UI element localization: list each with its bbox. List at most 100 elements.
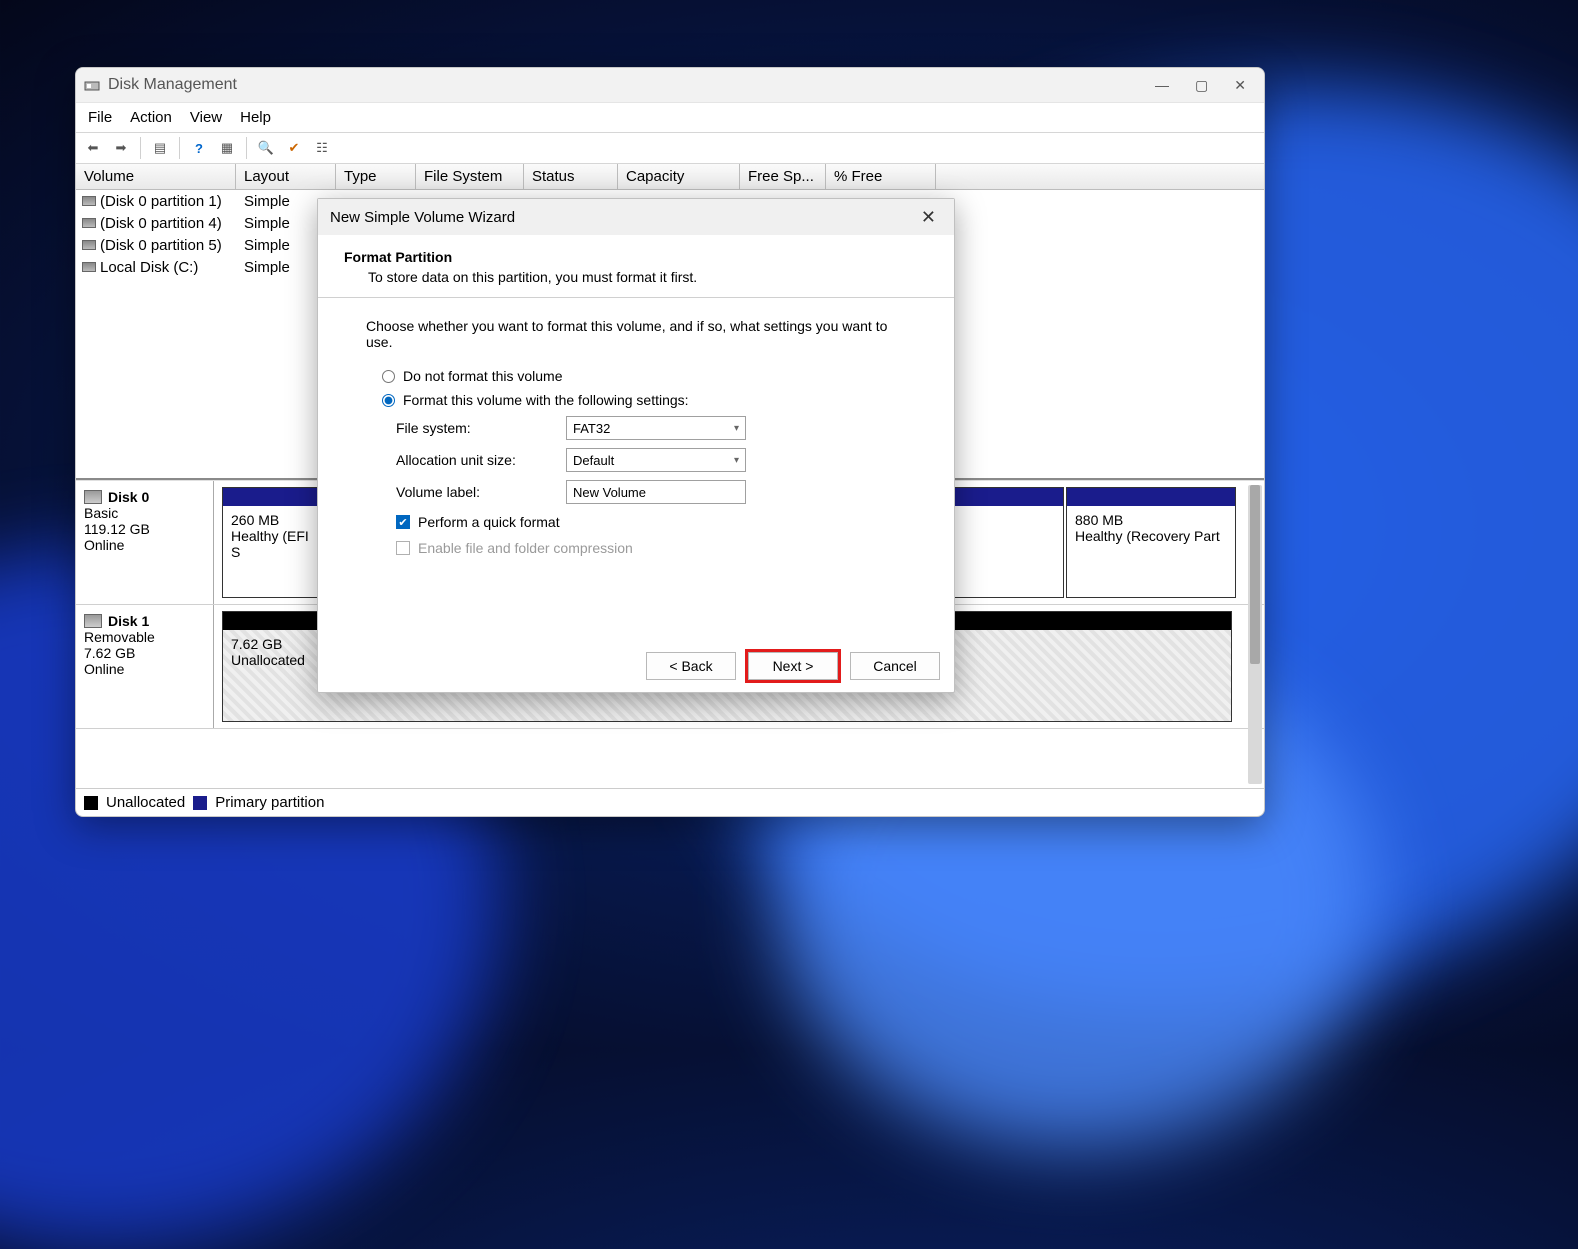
wizard-titlebar: New Simple Volume Wizard ✕	[318, 199, 954, 235]
separator	[179, 137, 180, 159]
col-layout[interactable]: Layout	[236, 164, 336, 189]
compression-label: Enable file and folder compression	[418, 540, 633, 556]
allocation-unit-value: Default	[573, 453, 614, 468]
chevron-down-icon: ▾	[734, 423, 739, 434]
radio-format[interactable]	[382, 394, 395, 407]
close-button[interactable]: ✕	[1234, 77, 1246, 94]
menubar: File Action View Help	[76, 102, 1264, 132]
volume-icon	[82, 196, 96, 206]
settings-icon[interactable]: ✔	[283, 137, 305, 159]
wizard-header: Format Partition To store data on this p…	[318, 235, 954, 298]
wizard-title: New Simple Volume Wizard	[330, 209, 515, 226]
quick-format-label: Perform a quick format	[418, 514, 560, 530]
col-capacity[interactable]: Capacity	[618, 164, 740, 189]
disk-size: 119.12 GB	[84, 521, 205, 537]
legend-unalloc-label: Unallocated	[106, 794, 185, 811]
col-status[interactable]: Status	[524, 164, 618, 189]
compression-checkbox	[396, 541, 410, 555]
disk-kind: Basic	[84, 505, 205, 521]
wizard-buttons: < Back Next > Cancel	[318, 640, 954, 692]
volume-icon	[82, 262, 96, 272]
menu-file[interactable]: File	[88, 109, 112, 126]
partition-bar	[223, 488, 321, 506]
new-simple-volume-wizard: New Simple Volume Wizard ✕ Format Partit…	[317, 198, 955, 693]
back-icon[interactable]: ⬅	[82, 137, 104, 159]
col-pct[interactable]: % Free	[826, 164, 936, 189]
separator	[140, 137, 141, 159]
col-free[interactable]: Free Sp...	[740, 164, 826, 189]
disk-status: Online	[84, 661, 205, 677]
allocation-unit-select[interactable]: Default ▾	[566, 448, 746, 472]
wizard-close-icon[interactable]: ✕	[915, 207, 942, 228]
col-volume[interactable]: Volume	[76, 164, 236, 189]
allocation-unit-label: Allocation unit size:	[396, 452, 566, 468]
radio-do-not-format[interactable]	[382, 370, 395, 383]
window-title: Disk Management	[108, 76, 237, 94]
volume-name: (Disk 0 partition 5)	[100, 237, 222, 254]
volume-icon	[82, 218, 96, 228]
disk-status: Online	[84, 537, 205, 553]
legend-unalloc-swatch	[84, 796, 98, 810]
disk-kind: Removable	[84, 629, 205, 645]
help-icon[interactable]: ?	[188, 137, 210, 159]
separator	[246, 137, 247, 159]
quick-format-checkbox[interactable]: ✔	[396, 515, 410, 529]
col-fs[interactable]: File System	[416, 164, 524, 189]
partition-body: 880 MB Healthy (Recovery Part	[1067, 506, 1235, 597]
menu-help[interactable]: Help	[240, 109, 271, 126]
legend-primary-swatch	[193, 796, 207, 810]
disk-name: Disk 1	[108, 613, 149, 629]
chevron-down-icon: ▾	[734, 455, 739, 466]
wizard-prompt: Choose whether you want to format this v…	[366, 318, 906, 350]
wizard-heading: Format Partition	[344, 249, 928, 265]
radio-do-not-format-label: Do not format this volume	[403, 368, 563, 384]
next-button[interactable]: Next >	[748, 652, 838, 680]
volume-label-input[interactable]	[566, 480, 746, 504]
volume-name: (Disk 0 partition 4)	[100, 215, 222, 232]
maximize-button[interactable]: ▢	[1195, 77, 1208, 94]
volume-name: (Disk 0 partition 1)	[100, 193, 222, 210]
menu-view[interactable]: View	[190, 109, 222, 126]
file-system-label: File system:	[396, 420, 566, 436]
legend-primary-label: Primary partition	[215, 794, 324, 811]
action-list-icon[interactable]: ▦	[216, 137, 238, 159]
partition[interactable]: 880 MB Healthy (Recovery Part	[1066, 487, 1236, 598]
app-icon	[84, 77, 100, 93]
file-system-select[interactable]: FAT32 ▾	[566, 416, 746, 440]
disk-icon	[84, 490, 102, 504]
radio-format-label: Format this volume with the following se…	[403, 392, 689, 408]
toolbar: ⬅ ➡ ▤ ? ▦ 🔍 ✔ ☷	[76, 132, 1264, 164]
partition-body: 260 MB Healthy (EFI S	[223, 506, 321, 597]
properties-icon[interactable]: ☷	[311, 137, 333, 159]
partition-size: 880 MB	[1075, 512, 1227, 528]
partition[interactable]: 260 MB Healthy (EFI S	[222, 487, 322, 598]
volume-name: Local Disk (C:)	[100, 259, 198, 276]
col-type[interactable]: Type	[336, 164, 416, 189]
wizard-subheading: To store data on this partition, you mus…	[344, 269, 928, 285]
titlebar: Disk Management — ▢ ✕	[76, 68, 1264, 102]
partition-size: 260 MB	[231, 512, 313, 528]
partition-bar	[1067, 488, 1235, 506]
disk-info: Disk 0 Basic 119.12 GB Online	[76, 481, 214, 604]
volume-icon	[82, 240, 96, 250]
refresh-icon[interactable]: 🔍	[255, 137, 277, 159]
disk-info: Disk 1 Removable 7.62 GB Online	[76, 605, 214, 728]
disk-name: Disk 0	[108, 489, 149, 505]
disk-icon	[84, 614, 102, 628]
menu-action[interactable]: Action	[130, 109, 172, 126]
partition-status: Healthy (EFI S	[231, 528, 313, 560]
scrollbar[interactable]	[1248, 485, 1262, 784]
back-button[interactable]: < Back	[646, 652, 736, 680]
minimize-button[interactable]: —	[1155, 77, 1169, 94]
forward-icon[interactable]: ➡	[110, 137, 132, 159]
partition-status: Healthy (Recovery Part	[1075, 528, 1227, 544]
wizard-body: Choose whether you want to format this v…	[318, 298, 954, 640]
volume-label-label: Volume label:	[396, 484, 566, 500]
cancel-button[interactable]: Cancel	[850, 652, 940, 680]
scrollbar-thumb[interactable]	[1250, 485, 1260, 664]
legend: Unallocated Primary partition	[76, 788, 1264, 816]
file-system-value: FAT32	[573, 421, 610, 436]
show-hide-icon[interactable]: ▤	[149, 137, 171, 159]
disk-size: 7.62 GB	[84, 645, 205, 661]
volume-list-header: Volume Layout Type File System Status Ca…	[76, 164, 1264, 190]
